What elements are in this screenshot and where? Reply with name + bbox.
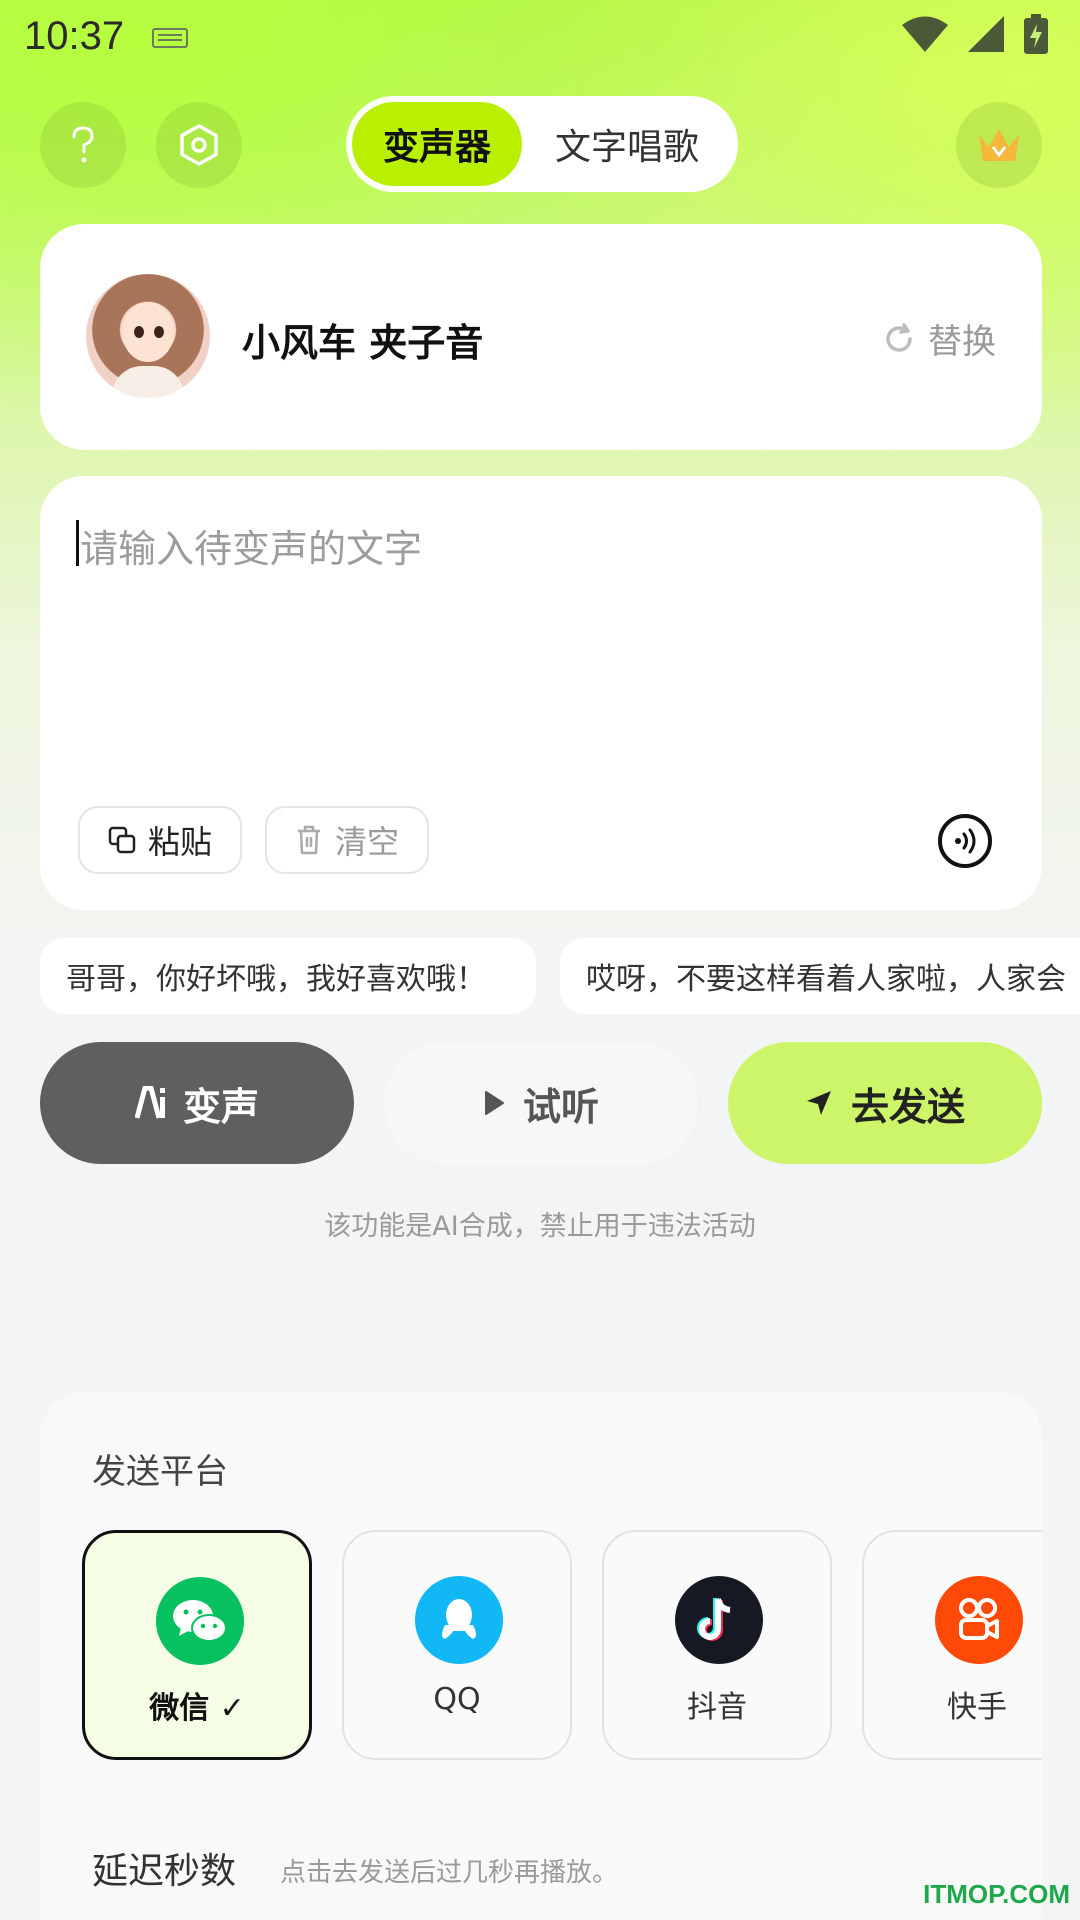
play-icon xyxy=(484,1091,504,1115)
replace-voice-button[interactable]: 替换 xyxy=(882,314,996,363)
platform-wechat[interactable]: 微信 ✓ xyxy=(82,1530,312,1760)
voice-avatar xyxy=(86,274,210,398)
crown-icon xyxy=(979,129,1019,161)
settings-hexagon-icon xyxy=(180,124,218,166)
replace-label: 替换 xyxy=(928,322,996,362)
text-caret xyxy=(76,520,79,566)
platform-kuaishou[interactable]: 快手 xyxy=(862,1530,1042,1760)
refresh-icon xyxy=(886,322,912,352)
mode-tabs: 变声器 文字唱歌 xyxy=(346,96,738,192)
platform-label: 抖音 xyxy=(687,1690,747,1725)
send-platform-panel: 发送平台 微信 ✓ QQ 抖音 快手 延迟秒数 点击去发送后过几秒再播放。 xyxy=(40,1392,1042,1920)
voice-input-button[interactable] xyxy=(938,814,992,868)
platform-qq[interactable]: QQ xyxy=(342,1530,572,1760)
tab-voice-changer[interactable]: 变声器 xyxy=(352,102,522,186)
status-icons xyxy=(902,14,1048,54)
status-bar: 10:37 xyxy=(0,0,1080,80)
platform-title: 发送平台 xyxy=(92,1452,228,1492)
settings-button[interactable] xyxy=(156,102,242,188)
copy-icon xyxy=(108,826,136,854)
clear-button[interactable]: 清空 xyxy=(265,806,430,874)
kuaishou-icon xyxy=(935,1576,1023,1664)
ai-icon xyxy=(134,1086,165,1119)
signal-icon xyxy=(968,16,1004,52)
delay-seconds-hint: 点击去发送后过几秒再播放。 xyxy=(280,1858,619,1888)
phrase-chip[interactable]: 哎呀，不要这样看着人家啦，人家会 xyxy=(560,938,1080,1014)
delay-seconds-title: 延迟秒数 xyxy=(92,1851,237,1892)
vip-button[interactable] xyxy=(956,102,1042,188)
send-label: 去发送 xyxy=(850,1084,965,1129)
keyboard-icon xyxy=(152,28,188,48)
wechat-icon xyxy=(156,1577,244,1665)
disclaimer-text: 该功能是AI合成，禁止用于违法活动 xyxy=(324,1211,756,1242)
text-input-card[interactable]: 请输入待变声的文字 粘贴 清空 xyxy=(40,476,1042,910)
trash-icon xyxy=(298,825,320,855)
battery-icon xyxy=(1024,14,1048,54)
voice-card: 小风车 夹子音 替换 xyxy=(40,224,1042,450)
phrase-chip[interactable]: 哥哥，你好坏哦，我好喜欢哦！ xyxy=(40,938,536,1014)
help-button[interactable] xyxy=(40,102,126,188)
tab-text-singing[interactable]: 文字唱歌 xyxy=(522,102,732,186)
douyin-icon xyxy=(675,1576,763,1664)
question-icon xyxy=(72,126,94,163)
watermark: ITMOP.COM xyxy=(923,1879,1070,1909)
paste-label: 粘贴 xyxy=(148,823,213,861)
sound-wave-icon xyxy=(955,828,976,854)
status-time: 10:37 xyxy=(24,14,125,58)
ai-voice-change-button[interactable]: 变声 xyxy=(40,1042,354,1164)
platform-douyin[interactable]: 抖音 xyxy=(602,1530,832,1760)
clear-label: 清空 xyxy=(335,823,400,861)
preview-listen-label: 试听 xyxy=(522,1084,599,1129)
platform-label: QQ xyxy=(433,1682,481,1717)
qq-penguin-icon xyxy=(415,1576,503,1664)
platform-label: 快手 xyxy=(947,1690,1007,1725)
send-button[interactable]: 去发送 xyxy=(728,1042,1042,1164)
send-arrow-icon xyxy=(806,1091,831,1115)
preview-listen-button[interactable]: 试听 xyxy=(384,1042,698,1164)
paste-button[interactable]: 粘贴 xyxy=(78,806,243,874)
text-input-placeholder[interactable]: 请输入待变声的文字 xyxy=(80,518,422,573)
wifi-icon xyxy=(902,16,948,52)
voice-name: 小风车 夹子音 xyxy=(242,321,484,365)
ai-voice-change-label: 变声 xyxy=(182,1084,259,1129)
platform-label: 微信 ✓ xyxy=(149,1691,245,1726)
